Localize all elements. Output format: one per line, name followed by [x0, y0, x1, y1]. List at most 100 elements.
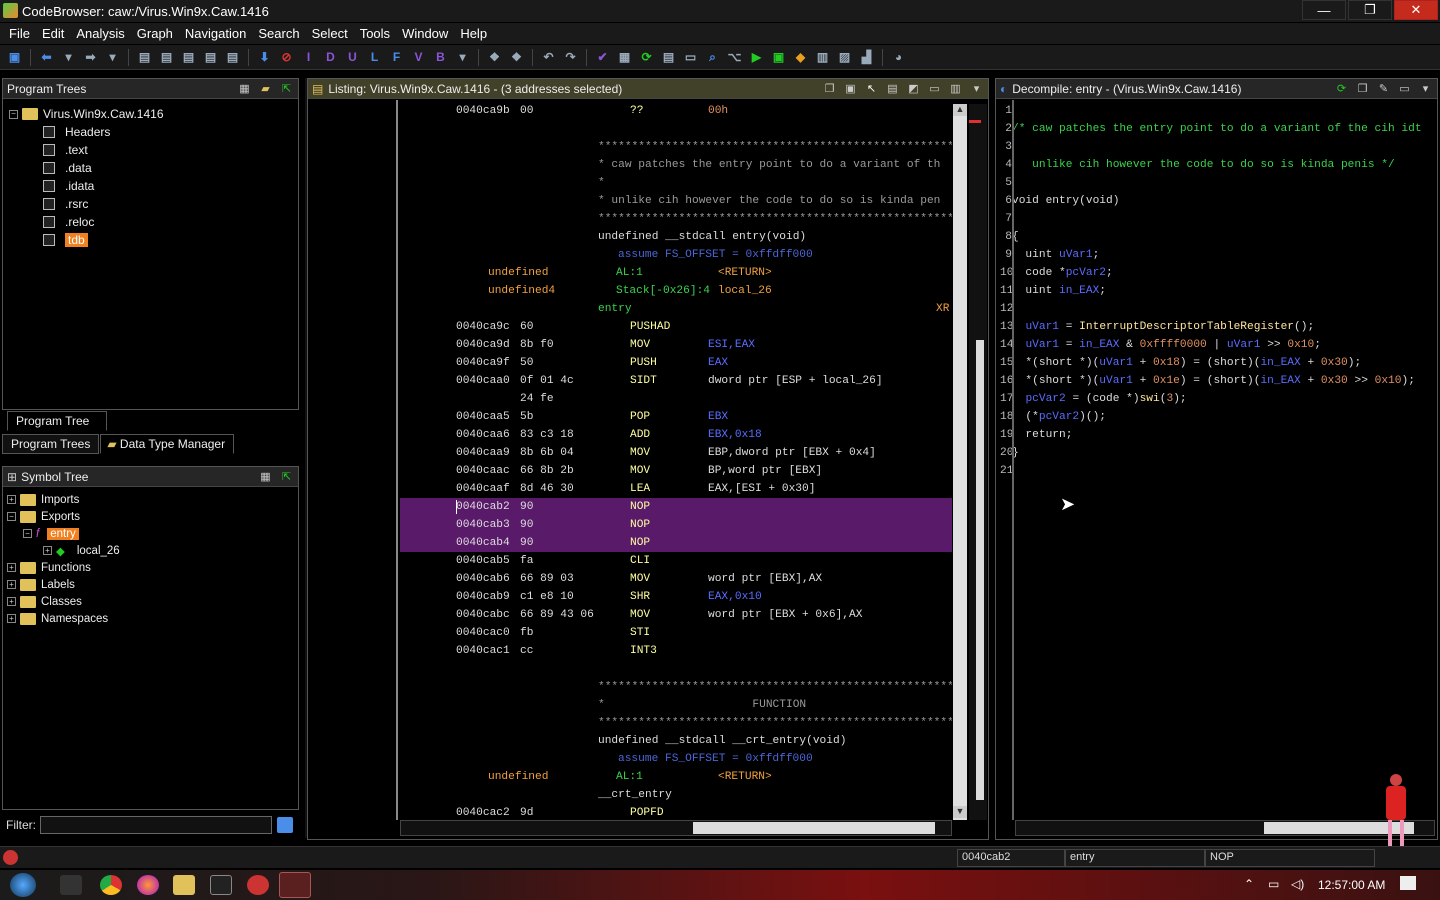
label-L-icon[interactable]: L	[366, 49, 383, 66]
paste-icon[interactable]: ▣	[843, 81, 858, 96]
explorer-icon[interactable]	[173, 875, 195, 895]
listing-line[interactable]: * FUNCTION	[400, 696, 952, 714]
tree-entry[interactable]: − f entry	[7, 525, 120, 542]
snapshot-icon[interactable]: ▭	[1397, 81, 1412, 96]
listing-line[interactable]: 24 fe	[400, 390, 952, 408]
tab-data-type-manager[interactable]: ▰ Data Type Manager	[100, 434, 235, 454]
listing-line[interactable]: undefined AL:1 <RETURN>	[400, 768, 952, 786]
expand-icon[interactable]: +	[7, 495, 16, 504]
decompile-line[interactable]: 16 *(short *)(uVar1 + 0x1e) = (short)(in…	[1000, 372, 1438, 390]
bookmark2-icon[interactable]: ❖	[508, 49, 525, 66]
tree-item-headers[interactable]: Headers	[9, 123, 164, 141]
snapshot-icon[interactable]: ▭	[927, 81, 942, 96]
decompile-line[interactable]: 13 uVar1 = InterruptDescriptorTableRegis…	[1000, 318, 1438, 336]
run-icon[interactable]: ▶	[748, 49, 765, 66]
cursor-icon[interactable]: ↖	[864, 81, 879, 96]
edit-icon[interactable]: ✎	[1376, 81, 1391, 96]
decompile-line[interactable]: 5	[1000, 174, 1438, 192]
decompile-line[interactable]: 8{	[1000, 228, 1438, 246]
redo-icon[interactable]: ↷	[562, 49, 579, 66]
listing-line[interactable]: assume FS_OFFSET = 0xffdff000	[400, 750, 952, 768]
listing-hscroll-thumb[interactable]	[693, 822, 935, 834]
tray-chevron-icon[interactable]: ⌃	[1244, 877, 1254, 891]
instruction-I-icon[interactable]: I	[300, 49, 317, 66]
refresh-icon[interactable]: ⟳	[638, 49, 655, 66]
function-graph-icon[interactable]: ⌥	[726, 49, 743, 66]
decompile-line[interactable]: 21	[1000, 462, 1438, 480]
dropdown-icon[interactable]: ▾	[969, 81, 984, 96]
menu-edit[interactable]: Edit	[36, 26, 70, 41]
listing-line[interactable]: entry XR	[400, 300, 952, 318]
listing-line[interactable]: 0040ca9b 00?? 00h	[400, 102, 952, 120]
help-icon[interactable]: ◕	[890, 49, 907, 66]
listing-line[interactable]: 0040cab3 90 NOP	[400, 516, 952, 534]
decompile-line[interactable]: 3	[1000, 138, 1438, 156]
decompile-line[interactable]: 9 uint uVar1;	[1000, 246, 1438, 264]
listing-line[interactable]: ****************************************…	[400, 210, 952, 228]
bookmark-icon[interactable]: ❖	[486, 49, 503, 66]
refresh-icon[interactable]: ⟳	[1334, 81, 1349, 96]
listing-scroll-up-icon[interactable]: ▲	[953, 104, 967, 116]
listing-line[interactable]: ****************************************…	[400, 714, 952, 732]
dropdown-icon[interactable]: ▾	[60, 49, 77, 66]
listing-line[interactable]: 0040caa5 5b POP EBX	[400, 408, 952, 426]
decompile-line[interactable]: 6 void entry(void)	[1000, 192, 1438, 210]
decompile-line[interactable]: 12	[1000, 300, 1438, 318]
next-label-icon[interactable]: ▤	[202, 49, 219, 66]
ghidra-active-taskbar-icon[interactable]	[279, 872, 311, 898]
listing-line[interactable]: 0040caaf 8d 46 30 LEA EAX,[ESI + 0x30]	[400, 480, 952, 498]
listing-line[interactable]: undefined __stdcall entry(void)	[400, 228, 952, 246]
notification-icon[interactable]	[1400, 876, 1416, 890]
dropdown-icon[interactable]: ▾	[104, 49, 121, 66]
menu-tools[interactable]: Tools	[354, 26, 396, 41]
folder-icon[interactable]: ▭	[682, 49, 699, 66]
tree-item-idata[interactable]: .idata	[9, 177, 164, 195]
minimize-button[interactable]: —	[1302, 0, 1346, 20]
tree-item-rsrc[interactable]: .rsrc	[9, 195, 164, 213]
diff-icon[interactable]: ◩	[906, 81, 921, 96]
volume-icon[interactable]: ◁)	[1291, 877, 1304, 891]
listing-line[interactable]: * caw patches the entry point to do a va…	[400, 156, 952, 174]
listing-line[interactable]: 0040cabc 66 89 43 06 MOV word ptr [EBX + 0x…	[400, 606, 952, 624]
menu-select[interactable]: Select	[306, 26, 354, 41]
decompile-line[interactable]: 10 code *pcVar2;	[1000, 264, 1438, 282]
tree-item-tdb[interactable]: tdb	[9, 231, 164, 249]
decompile-view[interactable]: 1 2/* caw patches the entry point to do a…	[1000, 102, 1438, 820]
listing-line[interactable]	[400, 660, 952, 678]
table-icon[interactable]: ▥	[814, 49, 831, 66]
listing-line[interactable]: 0040ca9d 8b f0 MOV ESI,EAX	[400, 336, 952, 354]
clock[interactable]: 12:57:00 AM	[1318, 878, 1385, 892]
maximize-button[interactable]: ❐	[1348, 0, 1392, 20]
expand-icon[interactable]: +	[7, 614, 16, 623]
next-instruction-icon[interactable]: ▤	[136, 49, 153, 66]
create-namespace-icon[interactable]: ▦	[258, 469, 273, 484]
memory-icon[interactable]: ▤	[660, 49, 677, 66]
listing-line[interactable]: 0040cac2 9d POPFD	[400, 804, 952, 820]
tab-program-tree[interactable]: Program Tree	[7, 411, 107, 431]
tree-item-text[interactable]: .text	[9, 141, 164, 159]
firefox-icon[interactable]	[137, 875, 159, 895]
collapse-icon[interactable]: −	[7, 512, 16, 521]
disassemble-icon[interactable]: ▦	[616, 49, 633, 66]
link-icon[interactable]: ⇱	[279, 81, 294, 96]
tree-item-data[interactable]: .data	[9, 159, 164, 177]
listing-line[interactable]: 0040ca9f 50 PUSH EAX	[400, 354, 952, 372]
dropdown-icon[interactable]: ▾	[454, 49, 471, 66]
listing-line[interactable]: 0040cab4 90 NOP	[400, 534, 952, 552]
listing-line[interactable]: 0040cab2 90 NOP	[400, 498, 952, 516]
next-function-icon[interactable]: ▤	[224, 49, 241, 66]
listing-scroll-down-icon[interactable]: ▼	[953, 806, 967, 818]
open-folder-icon[interactable]: ▰	[258, 81, 273, 96]
tree-namespaces[interactable]: + Namespaces	[7, 610, 120, 627]
expand-icon[interactable]: +	[7, 580, 16, 589]
menu-help[interactable]: Help	[454, 26, 493, 41]
decompile-line[interactable]: 7	[1000, 210, 1438, 228]
back-arrow-icon[interactable]: ⬅	[38, 49, 55, 66]
search-icon[interactable]: ⌕	[704, 49, 721, 66]
listing-line[interactable]: 0040caac 66 8b 2b MOV BP,word ptr [EBX]	[400, 462, 952, 480]
data-D-icon[interactable]: D	[322, 49, 339, 66]
menu-analysis[interactable]: Analysis	[70, 26, 130, 41]
tree-item-reloc[interactable]: .reloc	[9, 213, 164, 231]
collapse-icon[interactable]: −	[9, 109, 18, 119]
menu-graph[interactable]: Graph	[131, 26, 179, 41]
